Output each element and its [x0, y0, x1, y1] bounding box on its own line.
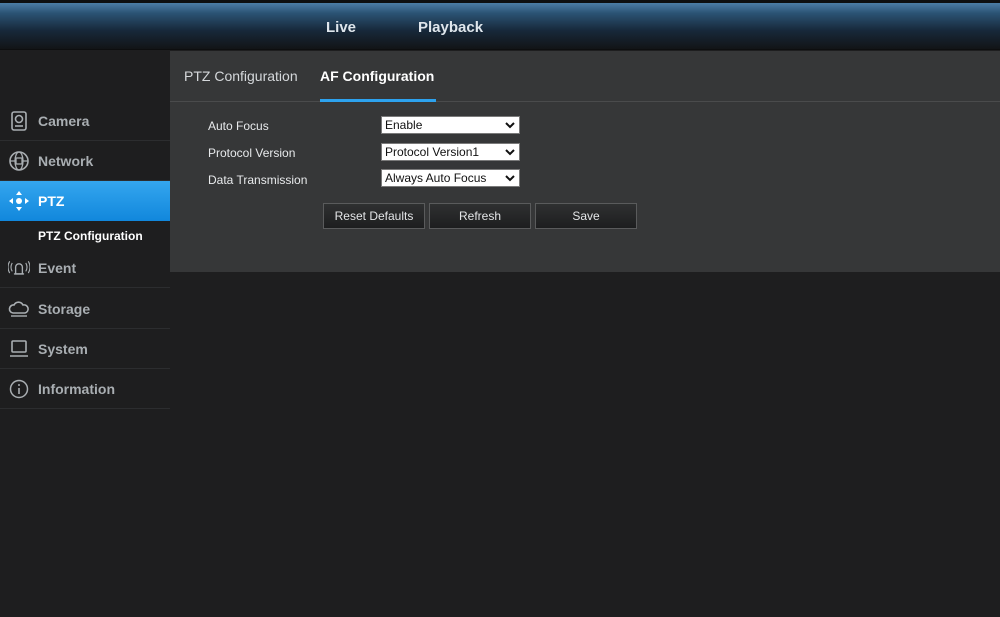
- protocol-version-label: Protocol Version: [208, 146, 296, 160]
- sidebar: Camera Network PTZ PTZ Configuration Eve…: [0, 51, 180, 617]
- camera-icon: [8, 110, 30, 132]
- refresh-button[interactable]: Refresh: [429, 203, 531, 229]
- sidebar-item-system[interactable]: System: [0, 329, 170, 369]
- sidebar-item-information[interactable]: Information: [0, 369, 170, 409]
- sidebar-item-label: Information: [38, 380, 115, 397]
- sidebar-item-storage[interactable]: Storage: [0, 289, 170, 329]
- auto-focus-select[interactable]: Enable: [381, 116, 520, 134]
- ptz-icon: [8, 190, 30, 212]
- data-transmission-value: Always Auto Focus: [385, 171, 487, 185]
- sidebar-item-label: Network: [38, 152, 94, 169]
- data-transmission-label: Data Transmission: [208, 173, 308, 187]
- data-transmission-select[interactable]: Always Auto Focus: [381, 169, 520, 187]
- protocol-version-select[interactable]: Protocol Version1: [381, 143, 520, 161]
- sidebar-item-camera[interactable]: Camera: [0, 101, 170, 141]
- auto-focus-label: Auto Focus: [208, 119, 269, 133]
- system-icon: [8, 338, 30, 360]
- af-configuration-panel: PTZ Configuration AF Configuration Auto …: [170, 51, 1000, 272]
- nav-live[interactable]: Live: [326, 19, 356, 36]
- storage-icon: [8, 298, 30, 320]
- information-icon: [8, 378, 30, 400]
- event-icon: [8, 257, 30, 279]
- chevron-down-icon: [505, 149, 515, 156]
- chevron-down-icon: [505, 122, 515, 129]
- sidebar-item-event[interactable]: Event: [0, 248, 170, 288]
- network-icon: [8, 150, 30, 172]
- auto-focus-value: Enable: [385, 118, 423, 132]
- protocol-version-value: Protocol Version1: [385, 145, 480, 159]
- sidebar-item-label: Event: [38, 259, 77, 276]
- sidebar-item-label: System: [38, 340, 88, 357]
- reset-defaults-button[interactable]: Reset Defaults: [323, 203, 425, 229]
- save-button[interactable]: Save: [535, 203, 637, 229]
- top-navigation-bar: Live Playback: [0, 0, 1000, 50]
- sidebar-item-label: Camera: [38, 112, 90, 129]
- nav-playback[interactable]: Playback: [418, 19, 483, 36]
- sidebar-item-label: Storage: [38, 300, 91, 317]
- sidebar-item-network[interactable]: Network: [0, 141, 170, 181]
- active-tab-indicator: [320, 99, 436, 102]
- sidebar-subitem-ptz-configuration[interactable]: PTZ Configuration: [38, 229, 143, 243]
- tab-ptz-configuration[interactable]: PTZ Configuration: [184, 68, 298, 84]
- sidebar-item-ptz[interactable]: PTZ: [0, 181, 180, 221]
- tab-af-configuration[interactable]: AF Configuration: [320, 68, 434, 84]
- tab-bar: PTZ Configuration AF Configuration: [170, 51, 1000, 102]
- chevron-down-icon: [505, 175, 515, 182]
- sidebar-item-label: PTZ: [38, 193, 65, 209]
